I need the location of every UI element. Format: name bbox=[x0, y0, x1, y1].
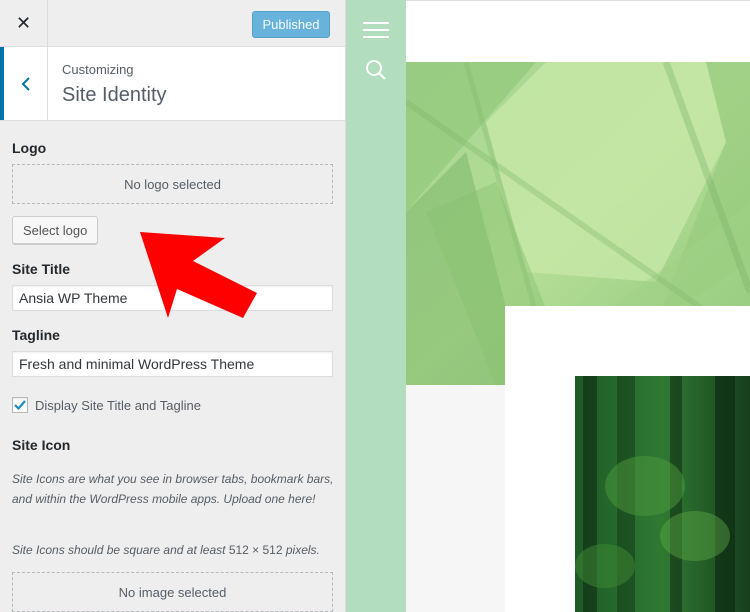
back-button[interactable] bbox=[0, 47, 48, 120]
select-logo-button[interactable]: Select logo bbox=[12, 216, 99, 244]
customizing-label: Customizing bbox=[62, 62, 134, 77]
forest-photo bbox=[575, 376, 750, 612]
logo-label: Logo bbox=[12, 140, 47, 156]
site-title-input[interactable] bbox=[12, 285, 333, 311]
tagline-input[interactable] bbox=[12, 351, 333, 377]
section-header: Customizing Site Identity bbox=[0, 47, 345, 121]
site-icon-placeholder: No image selected bbox=[12, 572, 333, 612]
checkmark-icon bbox=[14, 400, 26, 411]
customizer-sidebar: ✕ Published Customizing Site Identity Lo… bbox=[0, 0, 346, 612]
site-icon-size: 512 × 512 bbox=[228, 543, 283, 557]
checkbox-box[interactable] bbox=[12, 397, 28, 413]
section-title: Site Identity bbox=[62, 84, 167, 106]
customizer-topbar: ✕ Published bbox=[0, 0, 345, 47]
search-icon[interactable] bbox=[365, 59, 387, 81]
site-icon-description: Site Icons are what you see in browser t… bbox=[12, 472, 334, 506]
site-preview bbox=[406, 0, 750, 612]
logo-placeholder: No logo selected bbox=[12, 164, 333, 204]
theme-nav-strip bbox=[346, 0, 406, 612]
display-title-tagline-label: Display Site Title and Tagline bbox=[35, 397, 201, 413]
close-icon: ✕ bbox=[15, 13, 32, 33]
preview-header-bar bbox=[406, 0, 750, 62]
site-title-label: Site Title bbox=[12, 261, 71, 277]
site-icon-size-note: Site Icons should be square and at least… bbox=[12, 543, 320, 557]
published-button[interactable]: Published bbox=[252, 11, 330, 38]
tagline-label: Tagline bbox=[12, 327, 60, 343]
chevron-left-icon bbox=[21, 76, 30, 91]
close-customizer-button[interactable]: ✕ bbox=[0, 0, 48, 47]
display-title-tagline-checkbox[interactable]: Display Site Title and Tagline bbox=[12, 397, 201, 413]
hamburger-menu-icon[interactable] bbox=[363, 20, 389, 40]
site-icon-label: Site Icon bbox=[12, 437, 71, 453]
